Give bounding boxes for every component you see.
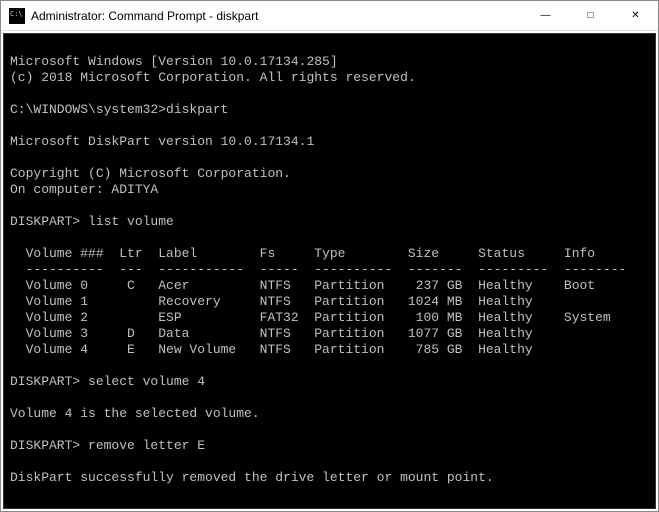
table-row: Volume 4 E New Volume NTFS Partition 785… — [10, 342, 533, 357]
titlebar[interactable]: Administrator: Command Prompt - diskpart… — [1, 1, 658, 31]
window-controls: — □ ✕ — [523, 1, 658, 30]
copyright-line: (c) 2018 Microsoft Corporation. All righ… — [10, 70, 416, 85]
maximize-button[interactable]: □ — [568, 1, 613, 30]
table-row: Volume 0 C Acer NTFS Partition 237 GB He… — [10, 278, 595, 293]
table-row: Volume 3 D Data NTFS Partition 1077 GB H… — [10, 326, 533, 341]
prompt-command: remove letter E — [88, 438, 205, 453]
diskpart-version: Microsoft DiskPart version 10.0.17134.1 — [10, 134, 314, 149]
diskpart-copyright: Copyright (C) Microsoft Corporation. — [10, 166, 291, 181]
table-row: Volume 2 ESP FAT32 Partition 100 MB Heal… — [10, 310, 611, 325]
prompt-prefix: DISKPART> — [10, 214, 88, 229]
cmd-icon — [9, 8, 25, 24]
prompt-prefix: DISKPART> — [10, 438, 88, 453]
table-header: Volume ### Ltr Label Fs Type Size Status… — [10, 246, 595, 261]
window: Administrator: Command Prompt - diskpart… — [0, 0, 659, 512]
table-divider: ---------- --- ----------- ----- -------… — [10, 262, 626, 277]
prompt-line: DISKPART> remove letter E — [10, 438, 205, 453]
prompt-prefix: C:\WINDOWS\system32> — [10, 102, 166, 117]
prompt-command: diskpart — [166, 102, 228, 117]
remove-result: DiskPart successfully removed the drive … — [10, 470, 494, 485]
minimize-button[interactable]: — — [523, 1, 568, 30]
prompt-command: select volume 4 — [88, 374, 205, 389]
diskpart-computer: On computer: ADITYA — [10, 182, 158, 197]
prompt-line: DISKPART> list volume — [10, 214, 174, 229]
prompt-line: DISKPART> select volume 4 — [10, 374, 205, 389]
close-button[interactable]: ✕ — [613, 1, 658, 30]
table-row: Volume 1 Recovery NTFS Partition 1024 MB… — [10, 294, 533, 309]
prompt-line: C:\WINDOWS\system32>diskpart — [10, 102, 228, 117]
select-result: Volume 4 is the selected volume. — [10, 406, 260, 421]
os-version-line: Microsoft Windows [Version 10.0.17134.28… — [10, 54, 338, 69]
window-title: Administrator: Command Prompt - diskpart — [31, 9, 523, 23]
prompt-prefix: DISKPART> — [10, 374, 88, 389]
prompt-command: list volume — [88, 214, 174, 229]
console-output[interactable]: Microsoft Windows [Version 10.0.17134.28… — [3, 33, 656, 509]
